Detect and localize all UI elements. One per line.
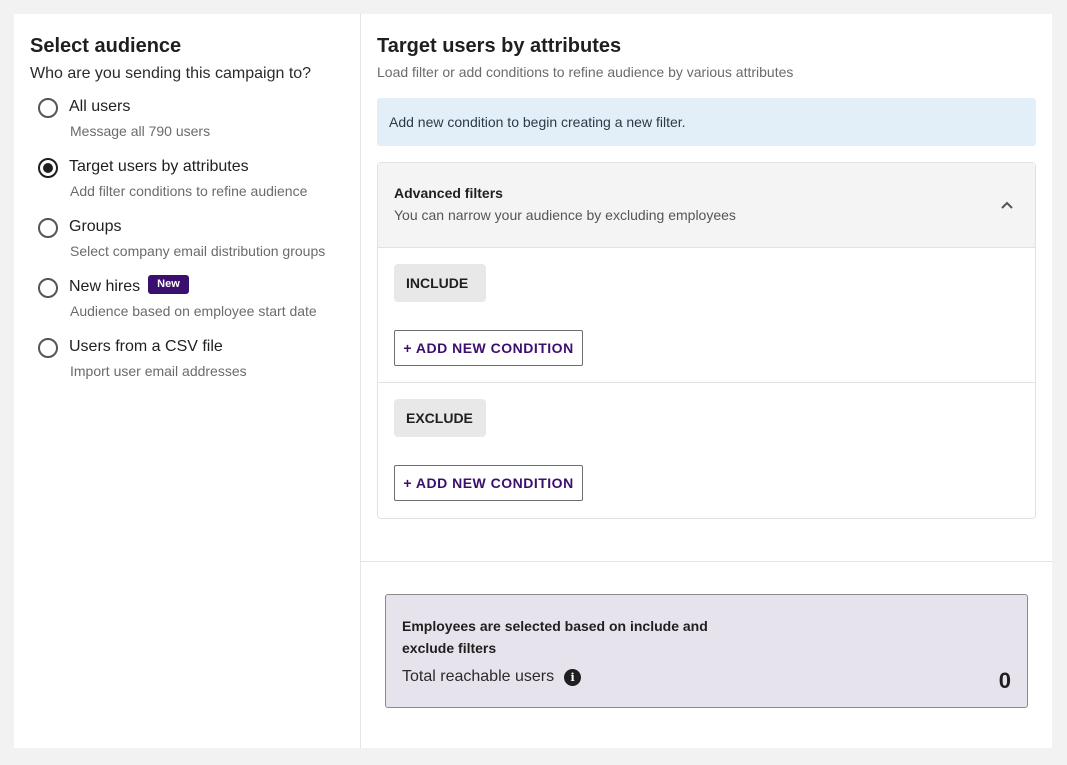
reachable-users-count: 0 (998, 668, 1011, 693)
option-label: Target users by attributes (69, 158, 249, 175)
option-label: Groups (69, 218, 122, 235)
add-exclude-condition-button[interactable]: + ADD NEW CONDITION (394, 465, 583, 501)
radio-target-by-attributes[interactable] (38, 158, 58, 178)
info-icon[interactable]: i (564, 668, 582, 686)
target-panel: Target users by attributes Load filter o… (361, 14, 1052, 748)
divider (361, 561, 1052, 562)
radio-groups[interactable] (38, 218, 58, 238)
option-description: Message all 790 users (70, 123, 211, 139)
option-description: Audience based on employee start date (70, 303, 317, 319)
advanced-filters-header[interactable]: Advanced filters You can narrow your aud… (378, 163, 1035, 248)
option-description: Select company email distribution groups (70, 243, 326, 259)
include-tag: INCLUDE (394, 264, 486, 302)
target-subtitle: Load filter or add conditions to refine … (377, 64, 794, 80)
reach-summary: Employees are selected based on include … (385, 594, 1028, 708)
target-title: Target users by attributes (377, 35, 622, 57)
option-description: Import user email addresses (70, 363, 247, 379)
audience-options: All users Message all 790 users Target u… (30, 96, 344, 380)
option-groups[interactable]: Groups Select company email distribution… (30, 216, 344, 260)
option-label: New hires (69, 278, 141, 295)
info-banner: Add new condition to begin creating a ne… (377, 98, 1036, 146)
reachable-users-label: Total reachable users (402, 668, 555, 685)
summary-title: Employees are selected based on include … (402, 618, 708, 656)
option-new-hires[interactable]: New hires New Audience based on employee… (30, 274, 344, 320)
radio-new-hires[interactable] (38, 278, 58, 298)
option-label: Users from a CSV file (69, 338, 223, 355)
option-target-by-attributes[interactable]: Target users by attributes Add filter co… (30, 156, 344, 200)
option-all-users[interactable]: All users Message all 790 users (30, 96, 344, 140)
campaign-audience-card: Select audience Who are you sending this… (14, 14, 1052, 748)
audience-subtitle: Who are you sending this campaign to? (30, 65, 312, 82)
exclude-tag: EXCLUDE (394, 399, 486, 437)
advanced-filters-title: Advanced filters (394, 185, 503, 201)
audience-panel: Select audience Who are you sending this… (14, 14, 361, 748)
exclude-section: EXCLUDE + ADD NEW CONDITION (378, 383, 1035, 518)
option-label: All users (69, 98, 131, 115)
add-include-condition-button[interactable]: + ADD NEW CONDITION (394, 330, 583, 366)
option-csv-file[interactable]: Users from a CSV file Import user email … (30, 336, 344, 380)
include-section: INCLUDE + ADD NEW CONDITION (378, 248, 1035, 383)
audience-title: Select audience (30, 35, 182, 57)
advanced-filters-description: You can narrow your audience by excludin… (394, 207, 736, 223)
option-description: Add filter conditions to refine audience (70, 183, 308, 199)
radio-all-users[interactable] (38, 98, 58, 118)
new-badge: New (148, 274, 189, 294)
radio-csv-file[interactable] (38, 338, 58, 358)
advanced-filters: Advanced filters You can narrow your aud… (377, 162, 1036, 519)
chevron-up-icon[interactable] (999, 197, 1015, 213)
